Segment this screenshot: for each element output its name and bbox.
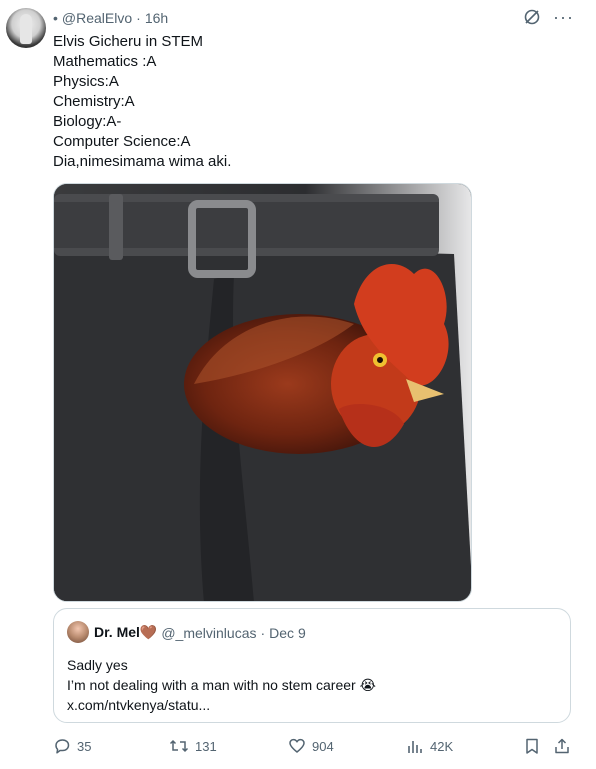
tweet-line: Biology:A- [53,113,122,130]
tweet-line: Dia,nimesimama wima aki. [53,153,232,170]
tweet-actions: 35 131 904 42K [53,737,571,757]
quote-date: Dec 9 [269,624,306,641]
author-handle[interactable]: @RealElvo [62,10,132,26]
like-button[interactable]: 904 [288,737,334,755]
tweet-image[interactable] [53,183,472,602]
quote-link[interactable]: x.com/ntvkenya/statu... [67,695,376,715]
bullet-dot: • [53,10,58,26]
tweet-text: Elvis Gicheru in STEM Mathematics :A Phy… [53,32,231,172]
grok-icon[interactable] [523,8,541,26]
reply-icon [55,739,70,754]
header-separator: · [136,10,141,26]
heart-emoji: 🤎 [139,624,158,640]
quote-separator: · [260,624,266,641]
repost-count: 131 [195,738,217,754]
quote-header: Dr. Mel🤎 @_melvinlucas · Dec 9 [94,624,306,641]
reply-count: 35 [77,738,92,754]
share-icon [555,738,569,754]
tweet-header: • @RealElvo · 16h [53,10,168,26]
repost-icon [169,739,189,753]
bookmark-icon [526,738,538,754]
quote-author-name-text: Dr. Mel [94,624,140,640]
views-count: 42K [430,738,454,754]
tweet-line: Elvis Gicheru in STEM [53,33,204,50]
like-count: 904 [312,738,334,754]
quote-text: Sadly yes I’m not dealing with a man wit… [67,655,376,715]
reply-button[interactable]: 35 [53,737,91,755]
quote-line: Sadly yes [67,657,128,673]
repost-button[interactable]: 131 [169,737,217,755]
avatar-figure [20,14,32,44]
quote-line: I’m not dealing with a man with no stem … [67,677,376,693]
share-button[interactable] [553,737,571,755]
tweet-line: Physics:A [53,73,119,90]
views-button[interactable]: 42K [406,737,453,755]
more-icon[interactable]: ··· [553,8,574,26]
tweet-line: Chemistry:A [53,93,135,110]
tweet-line: Mathematics :A [53,53,157,70]
bookmark-button[interactable] [523,737,541,755]
image-illustration [54,184,471,601]
tweet-time[interactable]: 16h [145,10,168,26]
heart-icon [289,738,305,753]
quote-avatar [67,621,89,643]
quote-author-handle: @_melvinlucas [161,624,257,641]
top-icons: ··· [523,8,574,26]
tweet-line: Computer Science:A [53,133,191,150]
author-avatar[interactable] [6,8,46,48]
views-icon [408,741,422,753]
quoted-tweet[interactable]: Dr. Mel🤎 @_melvinlucas · Dec 9 Sadly yes… [53,608,571,723]
quote-author-name: Dr. Mel🤎 [94,624,157,641]
